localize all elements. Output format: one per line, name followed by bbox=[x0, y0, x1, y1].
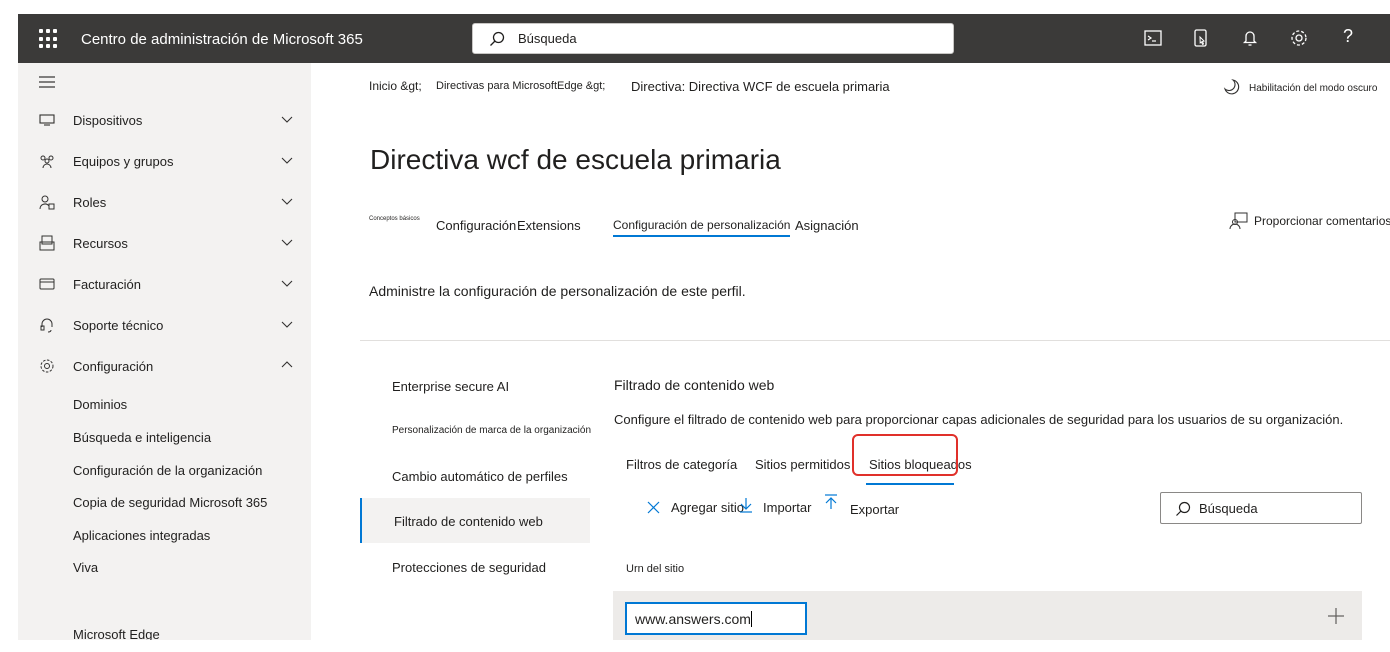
tab-customization[interactable]: Configuración de personalización bbox=[613, 218, 791, 237]
top-bar: Centro de administración de Microsoft 36… bbox=[18, 14, 1390, 63]
site-url-input[interactable]: www.answers.com bbox=[625, 602, 807, 635]
highlight-box bbox=[852, 434, 958, 476]
download-icon bbox=[740, 498, 752, 513]
section-security-protections[interactable]: Protecciones de seguridad bbox=[360, 545, 590, 590]
sub-item-integrated-apps[interactable]: Aplicaciones integradas bbox=[73, 528, 210, 543]
nav-item-label: Configuración bbox=[73, 359, 154, 374]
grid-search-input[interactable]: Búsqueda bbox=[1160, 492, 1362, 524]
nav-item-label: Recursos bbox=[73, 236, 128, 251]
app-title[interactable]: Centro de administración de Microsoft 36… bbox=[81, 31, 363, 48]
app-window: Centro de administración de Microsoft 36… bbox=[18, 14, 1390, 640]
tab-assignment[interactable]: Asignación bbox=[795, 218, 859, 233]
nav-item-label: Dispositivos bbox=[73, 113, 143, 128]
feedback-label: Proporcionar comentarios bbox=[1254, 214, 1390, 228]
terminal-icon[interactable] bbox=[1143, 28, 1163, 48]
text-caret bbox=[750, 611, 752, 627]
resources-icon bbox=[39, 235, 55, 251]
chevron-down-icon bbox=[281, 157, 293, 164]
chevron-down-icon bbox=[281, 239, 293, 246]
section-enterprise-ai[interactable]: Enterprise secure AI bbox=[360, 364, 590, 409]
gear-icon bbox=[40, 359, 54, 373]
gear-icon[interactable] bbox=[1289, 28, 1309, 48]
feedback-icon bbox=[1229, 212, 1248, 230]
tab-allowed-sites[interactable]: Sitios permitidos bbox=[755, 457, 850, 472]
nav-item-label: Soporte técnico bbox=[73, 318, 164, 333]
nav-item-teams-groups[interactable]: Equipos y grupos bbox=[18, 144, 311, 178]
headset-icon bbox=[40, 318, 53, 333]
grid-search-placeholder: Búsqueda bbox=[1199, 501, 1258, 516]
column-header-site-url[interactable]: Urn del sitio bbox=[626, 563, 684, 575]
page-description: Administre la configuración de personali… bbox=[369, 283, 746, 299]
sub-item-domains[interactable]: Dominios bbox=[73, 397, 127, 412]
chevron-down-icon bbox=[281, 321, 293, 328]
section-branding[interactable]: Personalización de marca de la organizac… bbox=[360, 409, 591, 454]
sub-item-microsoft-edge[interactable]: Microsoft Edge bbox=[73, 627, 160, 640]
breadcrumb-current: Directiva: Directiva WCF de escuela prim… bbox=[631, 79, 890, 94]
close-icon bbox=[647, 501, 660, 514]
search-icon bbox=[490, 31, 505, 46]
roles-icon bbox=[39, 195, 55, 210]
sub-item-org-settings[interactable]: Configuración de la organización bbox=[73, 463, 262, 478]
section-auto-profile-switch[interactable]: Cambio automático de perfiles bbox=[360, 454, 590, 499]
search-input[interactable]: Búsqueda bbox=[472, 23, 954, 54]
main-content: Inicio &gt; Directivas para MicrosoftEdg… bbox=[311, 63, 1390, 640]
nav-item-devices[interactable]: Dispositivos bbox=[18, 103, 311, 137]
active-tab-indicator bbox=[866, 483, 954, 485]
left-navigation: Dispositivos Equipos y grupos Roles Recu… bbox=[18, 63, 311, 640]
bell-icon[interactable] bbox=[1240, 28, 1260, 48]
section-web-content-filtering[interactable]: Filtrado de contenido web bbox=[360, 498, 590, 543]
feedback-button[interactable]: Proporcionar comentarios bbox=[1229, 211, 1390, 234]
tab-basics[interactable]: Conceptos básicos bbox=[369, 216, 420, 222]
chevron-down-icon bbox=[281, 198, 293, 205]
add-icon[interactable] bbox=[1327, 607, 1345, 625]
sub-item-search-intelligence[interactable]: Búsqueda e inteligencia bbox=[73, 430, 211, 445]
moon-icon bbox=[1223, 79, 1240, 95]
panel-title: Filtrado de contenido web bbox=[614, 377, 775, 393]
nav-item-roles[interactable]: Roles bbox=[18, 185, 311, 219]
group-icon bbox=[40, 155, 54, 169]
help-icon[interactable]: ? bbox=[1343, 26, 1363, 46]
chevron-down-icon bbox=[281, 280, 293, 287]
search-placeholder: Búsqueda bbox=[518, 31, 577, 46]
waffle-icon[interactable] bbox=[36, 27, 58, 49]
panel-description: Configure el filtrado de contenido web p… bbox=[614, 412, 1344, 427]
nav-item-support[interactable]: Soporte técnico bbox=[18, 308, 311, 342]
breadcrumb-policies[interactable]: Directivas para MicrosoftEdge &gt; bbox=[436, 80, 605, 92]
page-title: Directiva wcf de escuela primaria bbox=[370, 144, 781, 175]
sub-item-viva[interactable]: Viva bbox=[73, 560, 98, 575]
upload-icon bbox=[825, 494, 837, 509]
sub-item-backup[interactable]: Copia de seguridad Microsoft 365 bbox=[73, 495, 267, 510]
mobile-icon[interactable] bbox=[1191, 28, 1211, 48]
hamburger-icon[interactable] bbox=[39, 76, 55, 88]
billing-icon bbox=[39, 278, 55, 290]
nav-item-settings[interactable]: Configuración bbox=[18, 349, 311, 383]
search-icon bbox=[1176, 501, 1191, 516]
breadcrumb-home[interactable]: Inicio &gt; bbox=[369, 79, 422, 93]
nav-item-billing[interactable]: Facturación bbox=[18, 267, 311, 301]
nav-item-label: Facturación bbox=[73, 277, 141, 292]
tab-category-filters[interactable]: Filtros de categoría bbox=[626, 457, 737, 472]
nav-item-label: Equipos y grupos bbox=[73, 154, 174, 169]
dark-mode-label: Habilitación del modo oscuro bbox=[1249, 83, 1378, 94]
nav-item-label: Roles bbox=[73, 195, 107, 210]
device-icon bbox=[39, 114, 55, 126]
chevron-down-icon bbox=[281, 116, 293, 123]
site-url-value: www.answers.com bbox=[635, 611, 751, 627]
section-divider bbox=[360, 340, 1390, 341]
chevron-up-icon bbox=[281, 361, 293, 368]
nav-item-resources[interactable]: Recursos bbox=[18, 226, 311, 260]
tab-settings[interactable]: Configuración bbox=[436, 218, 516, 233]
tab-extensions[interactable]: Extensions bbox=[517, 218, 581, 233]
